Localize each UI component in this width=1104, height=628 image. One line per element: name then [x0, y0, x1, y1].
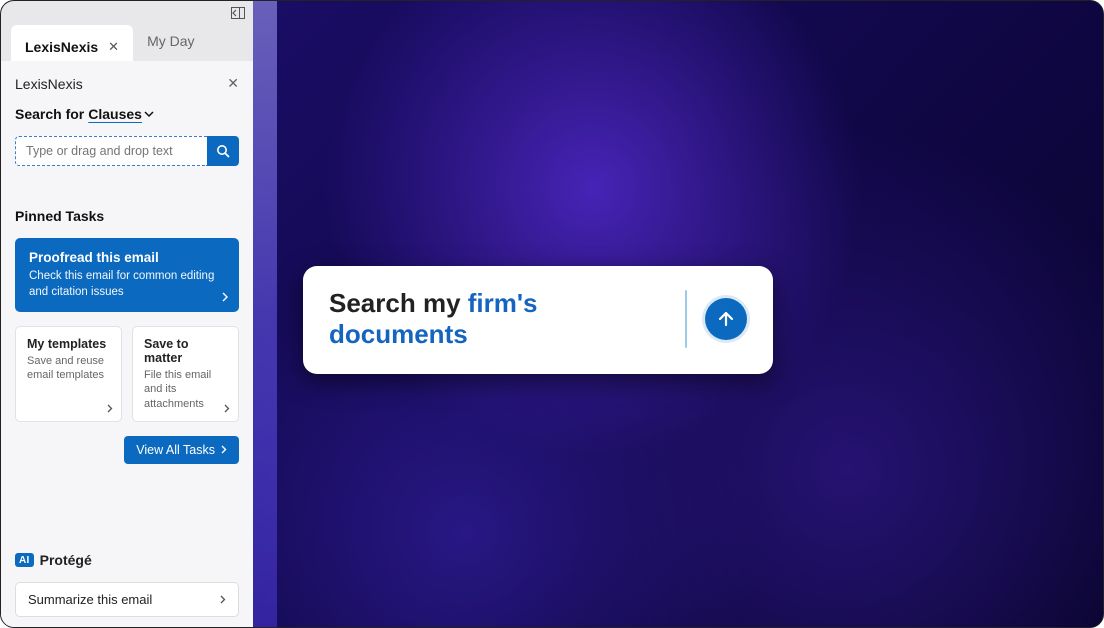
pane: LexisNexis ✕ Search for Clauses [1, 61, 253, 627]
arrow-up-icon [716, 309, 736, 329]
pane-title: LexisNexis [15, 76, 83, 92]
pinned-tasks-heading: Pinned Tasks [15, 208, 239, 224]
task-desc: Save and reuse email templates [27, 354, 110, 383]
ai-badge: AI [15, 553, 34, 567]
sidebar-panel: LexisNexis ✕ My Day LexisNexis ✕ Search … [1, 1, 253, 627]
tab-label: My Day [147, 33, 194, 49]
protege-label: Protégé [40, 552, 92, 568]
view-all-tasks-button[interactable]: View All Tasks [124, 436, 239, 464]
task-save-to-matter[interactable]: Save to matter File this email and its a… [132, 326, 239, 422]
app-window: LexisNexis ✕ My Day LexisNexis ✕ Search … [0, 0, 1104, 628]
chevron-right-icon [222, 292, 229, 302]
tab-lexisnexis[interactable]: LexisNexis ✕ [11, 25, 133, 61]
hero-search-text: Search my firm's documents [329, 288, 667, 350]
hero-submit-button[interactable] [705, 298, 747, 340]
task-title: Proofread this email [29, 250, 225, 265]
task-title: My templates [27, 337, 110, 351]
view-all-label: View All Tasks [136, 443, 215, 457]
tab-label: LexisNexis [25, 39, 98, 55]
tabs: LexisNexis ✕ My Day [1, 25, 253, 61]
main-canvas: Search my firm's documents [253, 1, 1103, 627]
search-for-row: Search for Clauses [15, 106, 239, 122]
chevron-right-icon [224, 404, 230, 413]
panel-topstrip [1, 1, 253, 25]
search-row [15, 136, 239, 166]
search-button[interactable] [207, 136, 239, 166]
search-icon [216, 144, 231, 159]
hero-cursor-bar [685, 290, 687, 348]
protege-row: AI Protégé [15, 552, 239, 568]
accent-stripe [253, 1, 277, 627]
hero-prefix: Search my [329, 288, 468, 318]
search-type-label: Clauses [88, 106, 142, 122]
close-icon[interactable]: ✕ [227, 75, 239, 92]
pane-header: LexisNexis ✕ [15, 75, 239, 92]
chevron-right-icon [221, 445, 227, 454]
hero-search-card[interactable]: Search my firm's documents [303, 266, 773, 374]
task-my-templates[interactable]: My templates Save and reuse email templa… [15, 326, 122, 422]
tab-my-day[interactable]: My Day [133, 25, 208, 61]
chevron-right-icon [220, 595, 226, 604]
close-icon[interactable]: ✕ [108, 39, 119, 55]
chevron-down-icon [144, 111, 154, 118]
quick-action-summarize[interactable]: Summarize this email [15, 582, 239, 617]
task-title: Save to matter [144, 337, 227, 365]
search-for-prefix: Search for [15, 106, 84, 122]
quick-action-label: Summarize this email [28, 592, 152, 607]
collapse-icon[interactable] [231, 7, 245, 19]
chevron-right-icon [107, 404, 113, 413]
view-all-wrap: View All Tasks [15, 436, 239, 464]
task-desc: File this email and its attachments [144, 368, 227, 411]
task-row: My templates Save and reuse email templa… [15, 326, 239, 422]
search-input[interactable] [15, 136, 207, 166]
task-proofread-email[interactable]: Proofread this email Check this email fo… [15, 238, 239, 312]
task-desc: Check this email for common editing and … [29, 269, 219, 300]
search-type-dropdown[interactable]: Clauses [88, 106, 154, 122]
